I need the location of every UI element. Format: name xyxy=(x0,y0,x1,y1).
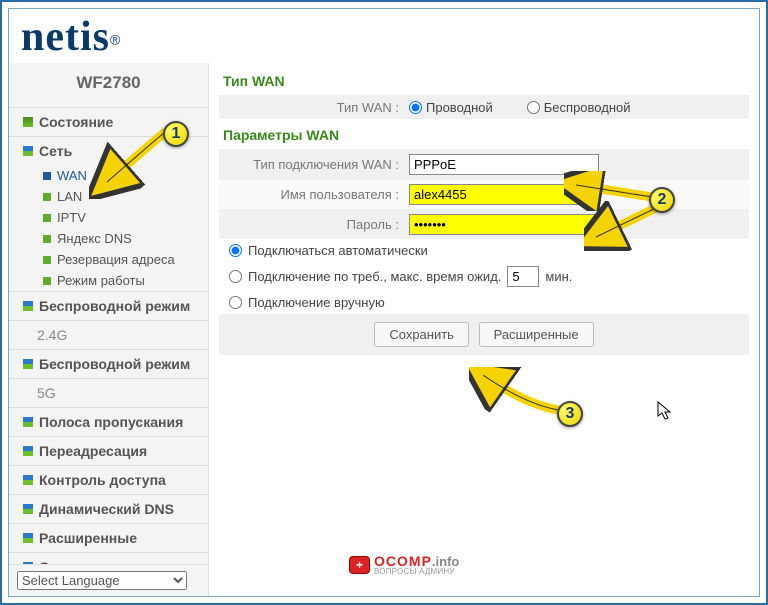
sidebar-item-label: Полоса пропускания xyxy=(39,414,183,430)
sidebar-item-label: Беспроводной режим xyxy=(39,298,190,314)
radio-label: Проводной xyxy=(426,100,493,115)
connect-ondemand-radio[interactable] xyxy=(229,270,242,283)
sidebar-sub-lan[interactable]: LAN xyxy=(9,186,208,207)
connect-auto-radio[interactable] xyxy=(229,244,242,257)
section-wan-type: Тип WAN xyxy=(219,65,749,95)
conn-type-label: Тип подключения WAN : xyxy=(219,157,409,172)
sidebar-item-label: Расширенные xyxy=(39,530,137,546)
connect-manual[interactable]: Подключение вручную xyxy=(219,291,749,314)
sidebar-item-label: 5G xyxy=(37,385,56,401)
sidebar-item-system[interactable]: Система xyxy=(9,552,208,564)
wan-type-wireless-radio[interactable] xyxy=(527,101,540,114)
wan-type-wired-radio[interactable] xyxy=(409,101,422,114)
sidebar-sub-label: Резервация адреса xyxy=(57,252,175,267)
connect-ondemand[interactable]: Подключение по треб., макс. время ожид. м… xyxy=(219,262,749,291)
password-label: Пароль : xyxy=(219,217,409,232)
sidebar-item-bandwidth[interactable]: Полоса пропускания xyxy=(9,407,208,436)
sidebar-sub-label: Яндекс DNS xyxy=(57,231,132,246)
sidebar-sub-yandex-dns[interactable]: Яндекс DNS xyxy=(9,228,208,249)
cursor-icon xyxy=(657,401,673,421)
model-label: WF2780 xyxy=(9,63,208,107)
wan-type-wired[interactable]: Проводной xyxy=(409,100,493,115)
sidebar-item-5g[interactable]: 5G xyxy=(9,378,208,407)
sidebar-sub-label: WAN xyxy=(57,168,87,183)
sidebar-item-forwarding[interactable]: Переадресация xyxy=(9,436,208,465)
conn-type-input[interactable] xyxy=(409,154,599,175)
idle-time-input[interactable] xyxy=(507,266,539,287)
watermark-badge: + xyxy=(349,556,370,574)
callout-1: 1 xyxy=(163,121,189,147)
sidebar-item-label: Состояние xyxy=(39,114,113,130)
sidebar-sub-label: LAN xyxy=(57,189,82,204)
brand-logo: netis® xyxy=(9,9,759,61)
unit-label: мин. xyxy=(545,269,572,284)
sidebar-item-ddns[interactable]: Динамический DNS xyxy=(9,494,208,523)
sidebar-sub-dhcp-reservation[interactable]: Резервация адреса xyxy=(9,249,208,270)
sidebar-sub-mode[interactable]: Режим работы xyxy=(9,270,208,291)
radio-label: Подключение вручную xyxy=(248,295,385,310)
content: Тип WAN Тип WAN : Проводной Беспроводной… xyxy=(209,63,759,596)
sidebar-sub-iptv[interactable]: IPTV xyxy=(9,207,208,228)
sidebar-item-label: Беспроводной режим xyxy=(39,356,190,372)
sidebar-sub-label: IPTV xyxy=(57,210,86,225)
sidebar-item-access-control[interactable]: Контроль доступа xyxy=(9,465,208,494)
watermark: + OCOMP.info ВОПРОСЫ АДМИНУ xyxy=(349,553,459,576)
radio-label: Подключение по треб., макс. время ожид. xyxy=(248,269,501,284)
language-select[interactable]: Select Language xyxy=(17,571,187,590)
wan-type-label: Тип WAN : xyxy=(219,100,409,115)
sidebar-sub-label: Режим работы xyxy=(57,273,145,288)
radio-label: Беспроводной xyxy=(544,100,631,115)
connect-auto[interactable]: Подключаться автоматически xyxy=(219,239,749,262)
username-input[interactable] xyxy=(409,184,599,205)
callout-3: 3 xyxy=(557,401,583,427)
connect-manual-radio[interactable] xyxy=(229,296,242,309)
sidebar-item-label: Динамический DNS xyxy=(39,501,174,517)
password-input[interactable] xyxy=(409,214,599,235)
radio-label: Подключаться автоматически xyxy=(248,243,428,258)
sidebar-item-wireless-24[interactable]: Беспроводной режим xyxy=(9,291,208,320)
sidebar-sub-wan[interactable]: WAN xyxy=(9,165,208,186)
sidebar-item-label: Контроль доступа xyxy=(39,472,166,488)
sidebar-item-wireless-5[interactable]: Беспроводной режим xyxy=(9,349,208,378)
username-label: Имя пользователя : xyxy=(219,187,409,202)
sidebar-item-24g[interactable]: 2.4G xyxy=(9,320,208,349)
sidebar-item-label: Сеть xyxy=(39,143,72,159)
wan-type-wireless[interactable]: Беспроводной xyxy=(527,100,631,115)
watermark-sub: ВОПРОСЫ АДМИНУ xyxy=(374,567,459,576)
section-wan-params: Параметры WAN xyxy=(219,119,749,149)
sidebar-item-advanced[interactable]: Расширенные xyxy=(9,523,208,552)
advanced-button[interactable]: Расширенные xyxy=(479,322,594,347)
callout-2: 2 xyxy=(649,187,675,213)
sidebar-item-label: 2.4G xyxy=(37,327,67,343)
save-button[interactable]: Сохранить xyxy=(374,322,469,347)
sidebar-item-label: Переадресация xyxy=(39,443,147,459)
